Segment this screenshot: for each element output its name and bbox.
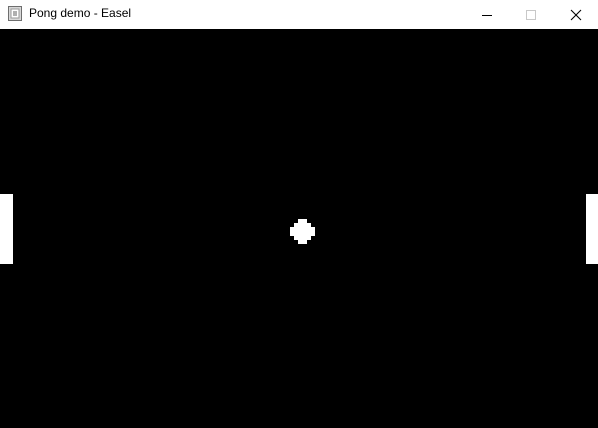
minimize-button[interactable] [464, 0, 510, 29]
maximize-button[interactable] [508, 0, 554, 29]
window-title: Pong demo - Easel [29, 6, 132, 20]
left-paddle [0, 194, 13, 264]
maximize-icon [526, 9, 536, 20]
close-icon [570, 9, 582, 20]
minimize-icon [482, 14, 492, 16]
ball [290, 219, 315, 244]
app-icon [8, 6, 22, 21]
game-canvas[interactable] [0, 29, 598, 428]
title-bar[interactable]: Pong demo - Easel [0, 0, 598, 29]
close-button[interactable] [553, 0, 598, 29]
right-paddle [586, 194, 598, 264]
app-window: Pong demo - Easel [0, 0, 598, 428]
